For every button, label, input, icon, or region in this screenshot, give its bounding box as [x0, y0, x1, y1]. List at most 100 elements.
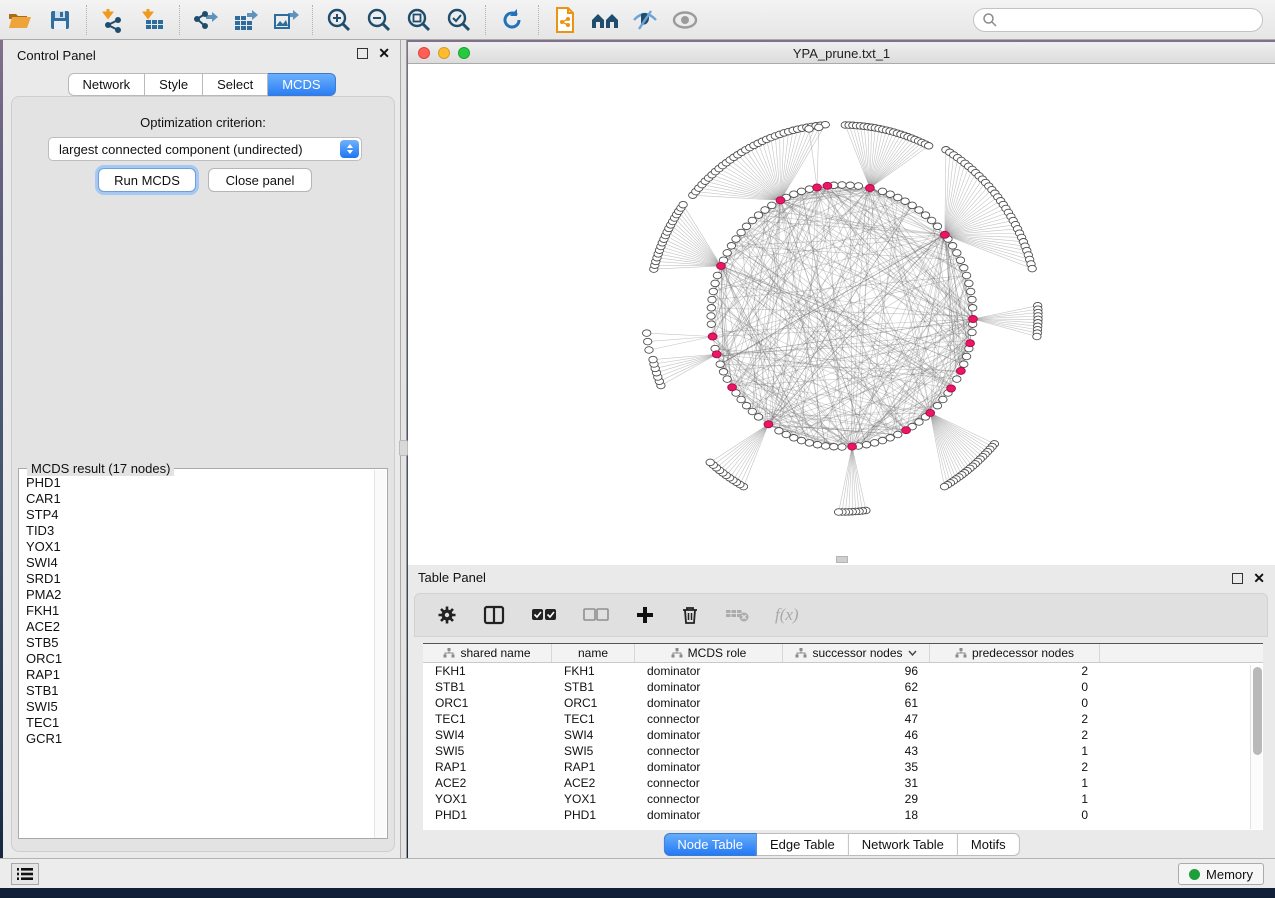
close-panel-icon[interactable]: ✕	[378, 48, 390, 59]
mcds-result-item[interactable]: STP4	[20, 507, 375, 523]
unselect-all-columns-icon[interactable]	[583, 607, 609, 623]
table-cell: ACE2	[423, 776, 552, 790]
hide-graphics-details-icon[interactable]	[625, 3, 665, 37]
mcds-result-item[interactable]: YOX1	[20, 539, 375, 555]
add-column-icon[interactable]	[635, 605, 655, 625]
node-table-scrollbar[interactable]	[1250, 665, 1262, 829]
task-history-button[interactable]	[11, 863, 39, 885]
memory-status-icon	[1189, 869, 1200, 880]
table-row[interactable]: TEC1TEC1connector472	[423, 711, 1263, 727]
tab-mcds[interactable]: MCDS	[268, 73, 335, 96]
column-header-predecessor-nodes[interactable]: predecessor nodes	[930, 644, 1100, 662]
tab-select[interactable]: Select	[203, 73, 268, 96]
mcds-result-item[interactable]: STB1	[20, 683, 375, 699]
delete-column-icon[interactable]	[681, 605, 699, 625]
zoom-selected-icon[interactable]	[439, 3, 479, 37]
export-image-icon[interactable]	[266, 3, 306, 37]
mcds-result-item[interactable]: FKH1	[20, 603, 375, 619]
mcds-result-item[interactable]: GCR1	[20, 731, 375, 747]
mcds-result-item[interactable]: PHD1	[20, 475, 375, 491]
table-cell: 2	[930, 712, 1100, 726]
open-folder-icon[interactable]	[0, 3, 40, 37]
first-neighbors-icon[interactable]	[585, 3, 625, 37]
table-row[interactable]: RAP1RAP1dominator352	[423, 759, 1263, 775]
node-table-header: shared namenameMCDS rolesuccessor nodesp…	[423, 644, 1263, 663]
select-all-columns-icon[interactable]	[531, 607, 557, 623]
float-panel-icon[interactable]	[357, 48, 368, 59]
refresh-view-icon[interactable]	[492, 3, 532, 37]
column-header-shared-name[interactable]: shared name	[423, 644, 552, 662]
toolbar-separator	[179, 5, 180, 35]
show-columns-icon[interactable]	[483, 605, 505, 625]
show-graphics-details-icon[interactable]	[665, 3, 705, 37]
mcds-result-legend: MCDS result (17 nodes)	[27, 461, 174, 476]
column-header-name[interactable]: name	[552, 644, 635, 662]
mcds-result-item[interactable]: PMA2	[20, 587, 375, 603]
control-panel: Control Panel ✕ NetworkStyleSelectMCDS O…	[3, 40, 401, 858]
tab-network-table[interactable]: Network Table	[849, 833, 958, 856]
mcds-result-list: PHD1CAR1STP4TID3YOX1SWI4SRD1PMA2FKH1ACE2…	[20, 475, 375, 837]
table-row[interactable]: SWI4SWI4dominator462	[423, 727, 1263, 743]
tab-style[interactable]: Style	[145, 73, 203, 96]
mcds-result-item[interactable]: RAP1	[20, 667, 375, 683]
tab-motifs[interactable]: Motifs	[958, 833, 1020, 856]
mcds-result-item[interactable]: CAR1	[20, 491, 375, 507]
control-panel-title: Control Panel	[17, 48, 96, 63]
mcds-result-item[interactable]: TID3	[20, 523, 375, 539]
share-document-icon[interactable]	[545, 3, 585, 37]
attribute-type-icon	[955, 648, 967, 658]
mcds-result-item[interactable]: TEC1	[20, 715, 375, 731]
mcds-result-item[interactable]: ORC1	[20, 651, 375, 667]
table-options-gear-icon[interactable]	[437, 605, 457, 625]
table-cell: TEC1	[423, 712, 552, 726]
memory-button[interactable]: Memory	[1178, 863, 1264, 885]
table-row[interactable]: PHD1PHD1dominator180	[423, 807, 1263, 823]
save-session-icon[interactable]	[40, 3, 80, 37]
table-row[interactable]: STB1STB1dominator620	[423, 679, 1263, 695]
table-panel-tabs: Node TableEdge TableNetwork TableMotifs	[663, 833, 1019, 856]
column-header-MCDS-role[interactable]: MCDS role	[635, 644, 783, 662]
vertical-splitter-handle[interactable]	[399, 440, 408, 456]
table-cell: SWI5	[423, 744, 552, 758]
mcds-list-scrollbar[interactable]	[374, 470, 386, 838]
network-canvas[interactable]	[408, 64, 1275, 565]
horizontal-splitter-handle[interactable]	[836, 556, 848, 563]
table-row[interactable]: ORC1ORC1dominator610	[423, 695, 1263, 711]
table-row[interactable]: SWI5SWI5connector431	[423, 743, 1263, 759]
tab-network[interactable]: Network	[67, 73, 145, 96]
run-mcds-button[interactable]: Run MCDS	[98, 168, 196, 192]
table-toolbar: f(x)	[414, 593, 1268, 637]
zoom-in-icon[interactable]	[319, 3, 359, 37]
float-table-panel-icon[interactable]	[1232, 573, 1243, 584]
import-network-icon[interactable]	[93, 3, 133, 37]
search-input[interactable]	[973, 8, 1263, 32]
mcds-result-item[interactable]: ACE2	[20, 619, 375, 635]
zoom-out-icon[interactable]	[359, 3, 399, 37]
table-row[interactable]: FKH1FKH1dominator962	[423, 663, 1263, 679]
clear-table-icon[interactable]	[725, 606, 749, 624]
export-table-icon[interactable]	[226, 3, 266, 37]
table-row[interactable]: ACE2ACE2connector311	[423, 775, 1263, 791]
tab-node-table[interactable]: Node Table	[663, 833, 757, 856]
mcds-result-item[interactable]: SWI4	[20, 555, 375, 571]
zoom-fit-icon[interactable]	[399, 3, 439, 37]
close-table-panel-icon[interactable]: ✕	[1253, 573, 1265, 584]
column-header-successor-nodes[interactable]: successor nodes	[783, 644, 930, 662]
mcds-result-item[interactable]: STB5	[20, 635, 375, 651]
import-table-icon[interactable]	[133, 3, 173, 37]
close-panel-button[interactable]: Close panel	[208, 168, 312, 192]
sort-descending-icon	[908, 650, 917, 656]
attribute-type-icon	[443, 648, 455, 658]
node-table-body: FKH1FKH1dominator962STB1STB1dominator620…	[423, 663, 1263, 823]
table-cell: SWI5	[552, 744, 635, 758]
tab-edge-table[interactable]: Edge Table	[757, 833, 849, 856]
mcds-result-item[interactable]: SRD1	[20, 571, 375, 587]
mcds-result-item[interactable]: SWI5	[20, 699, 375, 715]
table-row[interactable]: YOX1YOX1connector291	[423, 791, 1263, 807]
optimization-criterion-select[interactable]: largest connected component (undirected)	[48, 137, 362, 161]
export-network-icon[interactable]	[186, 3, 226, 37]
attribute-type-icon	[795, 648, 807, 658]
application-window: Control Panel ✕ NetworkStyleSelectMCDS O…	[0, 0, 1275, 898]
function-builder-icon[interactable]: f(x)	[775, 605, 799, 625]
table-cell: connector	[635, 712, 783, 726]
